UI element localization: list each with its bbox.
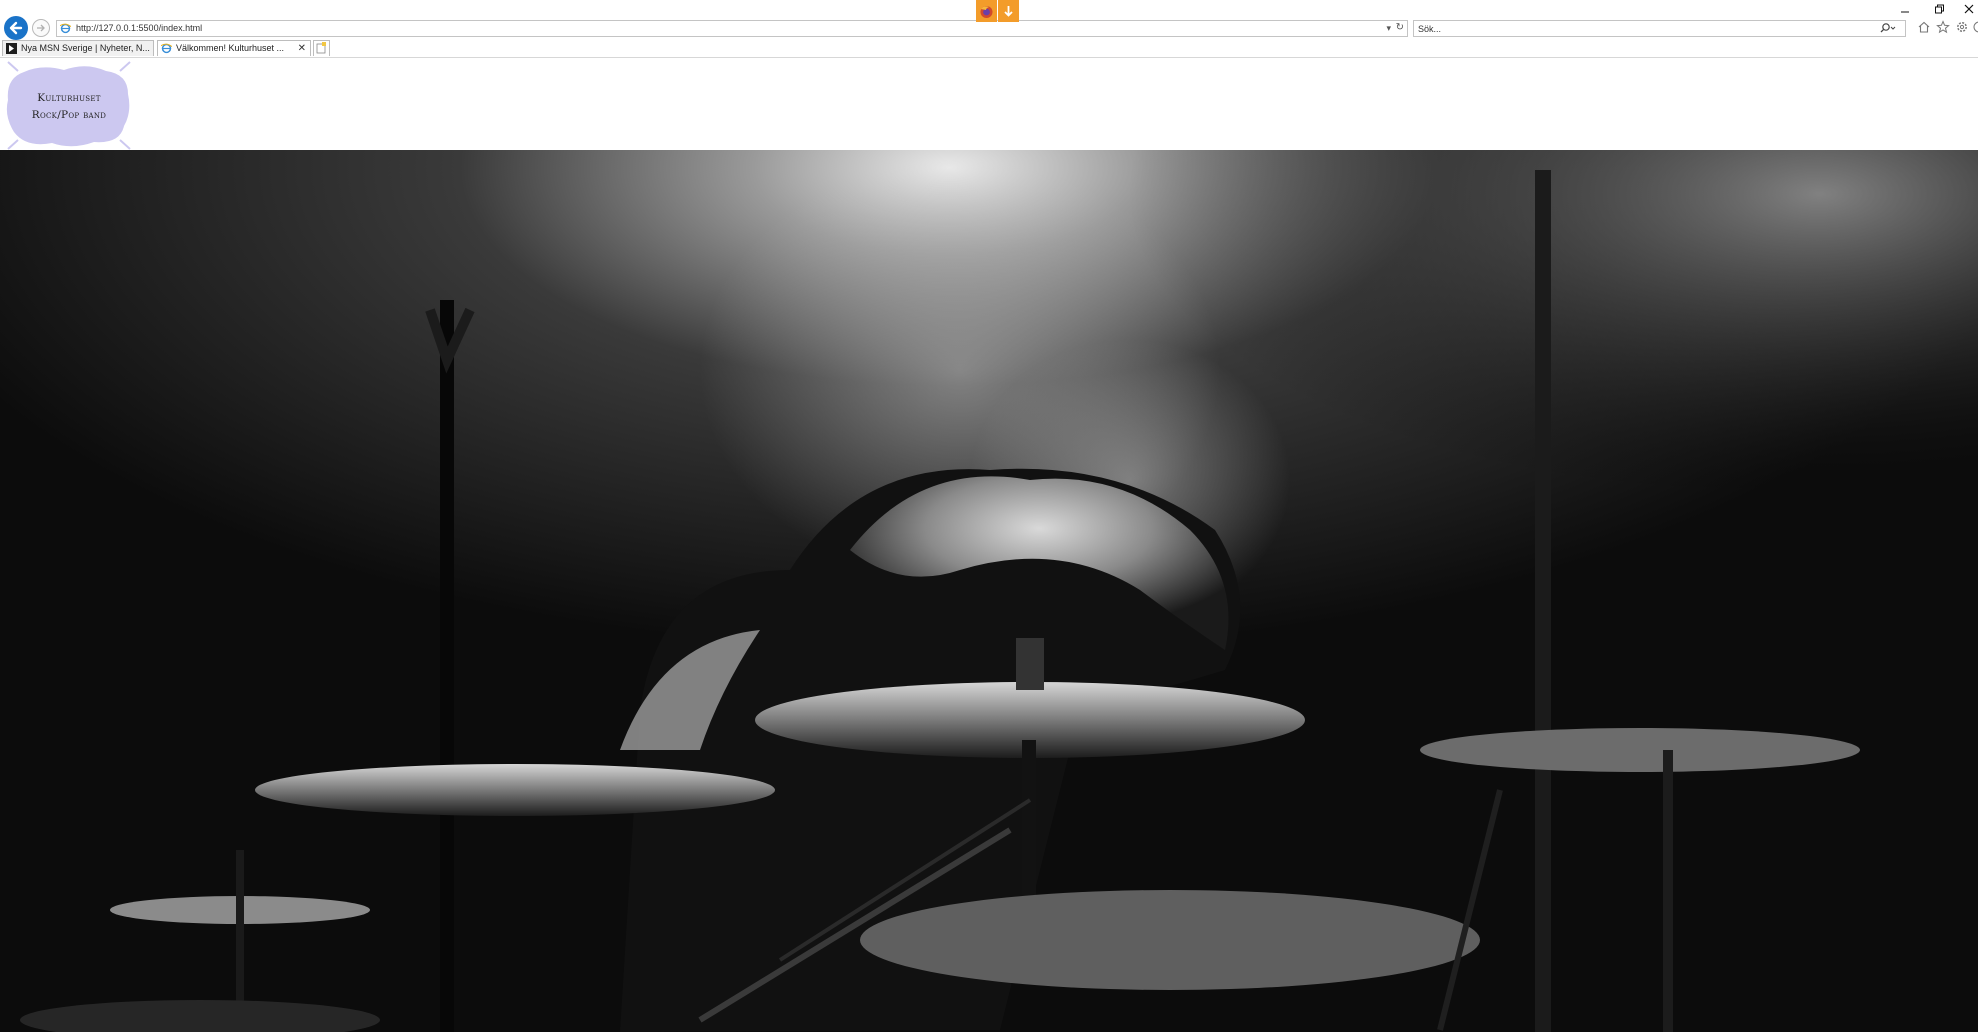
- address-bar[interactable]: http://127.0.0.1:5500/index.html ▾ ↻: [56, 20, 1408, 37]
- search-icon[interactable]: [1879, 22, 1897, 34]
- drummer-photo: [0, 150, 1978, 1032]
- address-dropdown-icon[interactable]: ▾: [1386, 22, 1391, 35]
- tab-bar: Nya MSN Sverige | Nyheter, N... Välkomme…: [0, 40, 1978, 57]
- page-header: Kulturhuset Rock/Pop band: [0, 58, 1978, 150]
- address-url-text[interactable]: http://127.0.0.1:5500/index.html: [76, 22, 202, 35]
- new-tab-icon: [316, 42, 326, 54]
- new-tab-button[interactable]: [313, 40, 330, 56]
- tab-msn-label: Nya MSN Sverige | Nyheter, N...: [21, 43, 150, 53]
- refresh-icon[interactable]: ↻: [1396, 21, 1404, 35]
- site-logo[interactable]: Kulturhuset Rock/Pop band: [2, 60, 136, 151]
- msn-favicon: [6, 43, 17, 54]
- star-icon[interactable]: [1936, 20, 1950, 34]
- tab-msn[interactable]: Nya MSN Sverige | Nyheter, N...: [2, 40, 154, 56]
- logo-text: Kulturhuset Rock/Pop band: [2, 90, 136, 124]
- smiley-icon[interactable]: [1972, 20, 1978, 34]
- tab-kulturhuset[interactable]: Välkommen! Kulturhuset ... ✕: [157, 40, 311, 56]
- firefox-extension-button[interactable]: [976, 0, 997, 22]
- tab-kulturhuset-label: Välkommen! Kulturhuset ...: [176, 43, 285, 53]
- back-icon: [9, 21, 23, 35]
- restore-icon[interactable]: [1932, 3, 1946, 15]
- browser-chrome: http://127.0.0.1:5500/index.html ▾ ↻ Sök…: [0, 0, 1978, 58]
- gear-icon[interactable]: [1955, 20, 1969, 34]
- logo-line-1: Kulturhuset: [37, 92, 101, 104]
- ie-page-icon: [60, 23, 71, 34]
- search-bar[interactable]: [1413, 20, 1906, 37]
- download-extension-button[interactable]: [998, 0, 1019, 22]
- back-button[interactable]: [4, 16, 28, 40]
- ie-favicon: [161, 43, 172, 54]
- forward-icon: [37, 24, 45, 32]
- close-icon[interactable]: [1962, 3, 1976, 15]
- forward-button[interactable]: [32, 19, 50, 37]
- download-icon: [1004, 6, 1013, 17]
- tab-close-icon[interactable]: ✕: [298, 41, 306, 56]
- home-icon[interactable]: [1917, 20, 1931, 34]
- logo-line-2: Rock/Pop band: [31, 109, 107, 121]
- hero-image: [0, 150, 1978, 1032]
- minimize-icon[interactable]: [1898, 3, 1912, 15]
- firefox-icon: [980, 6, 993, 18]
- search-input[interactable]: [1418, 21, 1818, 36]
